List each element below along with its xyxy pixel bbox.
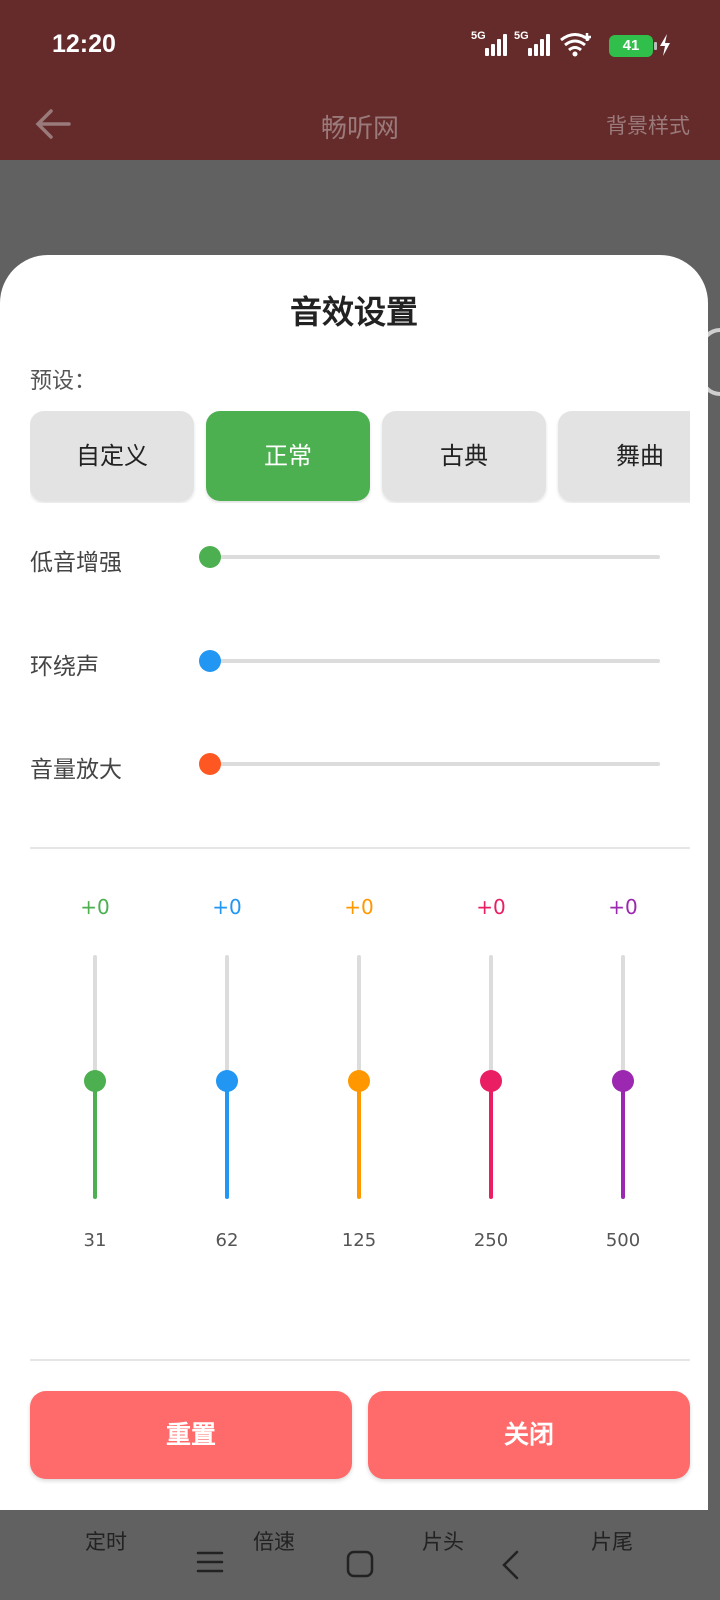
eq-fill	[621, 1081, 625, 1199]
eq-freq-label: 500	[605, 1230, 641, 1251]
sound-effect-sheet: 音效设置 预设： 自定义 正常 古典 舞曲 低音增强 环绕声 音量放大 +0 3…	[0, 255, 708, 1510]
home-square-icon[interactable]	[346, 1550, 374, 1578]
surround-label: 环绕声	[30, 654, 99, 680]
eq-band-500: +0 500	[578, 895, 668, 1275]
battery-indicator: 41	[609, 35, 657, 57]
preset-classical[interactable]: 古典	[382, 411, 546, 501]
speed-button[interactable]: 倍速	[253, 1526, 295, 1556]
bottom-bar: 定时 倍速 片头 片尾	[0, 1510, 720, 1600]
surround-track[interactable]	[210, 659, 660, 663]
eq-gain-label: +0	[476, 895, 506, 919]
menu-icon[interactable]	[196, 1550, 224, 1574]
volume-boost-row: 音量放大	[30, 744, 660, 784]
bolt-icon	[660, 34, 670, 56]
eq-freq-label: 250	[473, 1230, 509, 1251]
preset-label: 预设：	[30, 369, 97, 394]
eq-gain-label: +0	[344, 895, 374, 919]
preset-custom[interactable]: 自定义	[30, 411, 194, 501]
eq-thumb[interactable]	[348, 1070, 370, 1092]
bass-boost-label: 低音增强	[30, 550, 122, 576]
background-style-button[interactable]: 背景样式	[606, 110, 690, 140]
reset-button[interactable]: 重置	[30, 1391, 352, 1479]
app-bar: 畅听网 背景样式	[0, 90, 720, 160]
status-time: 12:20	[52, 30, 116, 58]
back-chevron-icon[interactable]	[500, 1550, 520, 1580]
eq-fill	[357, 1081, 361, 1199]
timer-button[interactable]: 定时	[85, 1526, 127, 1556]
skip-intro-button[interactable]: 片头	[422, 1526, 464, 1556]
volume-boost-label: 音量放大	[30, 757, 122, 783]
divider	[30, 847, 690, 849]
eq-thumb[interactable]	[480, 1070, 502, 1092]
cellular-signal-2-icon: 5G	[514, 30, 554, 56]
eq-freq-label: 125	[341, 1230, 377, 1251]
eq-freq-label: 62	[215, 1230, 239, 1251]
sheet-title: 音效设置	[289, 293, 418, 331]
eq-freq-label: 31	[83, 1230, 107, 1251]
eq-fill	[489, 1081, 493, 1199]
skip-outro-button[interactable]: 片尾	[591, 1526, 633, 1556]
cellular-signal-1-icon: 5G	[471, 30, 511, 56]
eq-thumb[interactable]	[612, 1070, 634, 1092]
eq-band-31: +0 31	[50, 895, 140, 1275]
volume-boost-track[interactable]	[210, 762, 660, 766]
surround-row: 环绕声	[30, 641, 660, 681]
wifi-icon	[560, 33, 591, 57]
eq-band-62: +0 62	[182, 895, 272, 1275]
eq-fill	[225, 1081, 229, 1199]
eq-band-250: +0 250	[446, 895, 536, 1275]
eq-thumb[interactable]	[216, 1070, 238, 1092]
status-bar: 12:20 5G 5G 41	[0, 0, 720, 90]
surround-thumb[interactable]	[199, 650, 221, 672]
preset-list[interactable]: 自定义 正常 古典 舞曲	[30, 411, 690, 503]
volume-boost-thumb[interactable]	[199, 753, 221, 775]
divider	[30, 1359, 690, 1361]
bass-boost-row: 低音增强	[30, 537, 660, 577]
eq-gain-label: +0	[212, 895, 242, 919]
eq-band-125: +0 125	[314, 895, 404, 1275]
eq-gain-label: +0	[80, 895, 110, 919]
preset-normal[interactable]: 正常	[206, 411, 370, 501]
bass-boost-track[interactable]	[210, 555, 660, 559]
close-button[interactable]: 关闭	[368, 1391, 690, 1479]
eq-gain-label: +0	[608, 895, 638, 919]
eq-thumb[interactable]	[84, 1070, 106, 1092]
bass-boost-thumb[interactable]	[199, 546, 221, 568]
preset-dance[interactable]: 舞曲	[558, 411, 690, 501]
eq-fill	[93, 1081, 97, 1199]
